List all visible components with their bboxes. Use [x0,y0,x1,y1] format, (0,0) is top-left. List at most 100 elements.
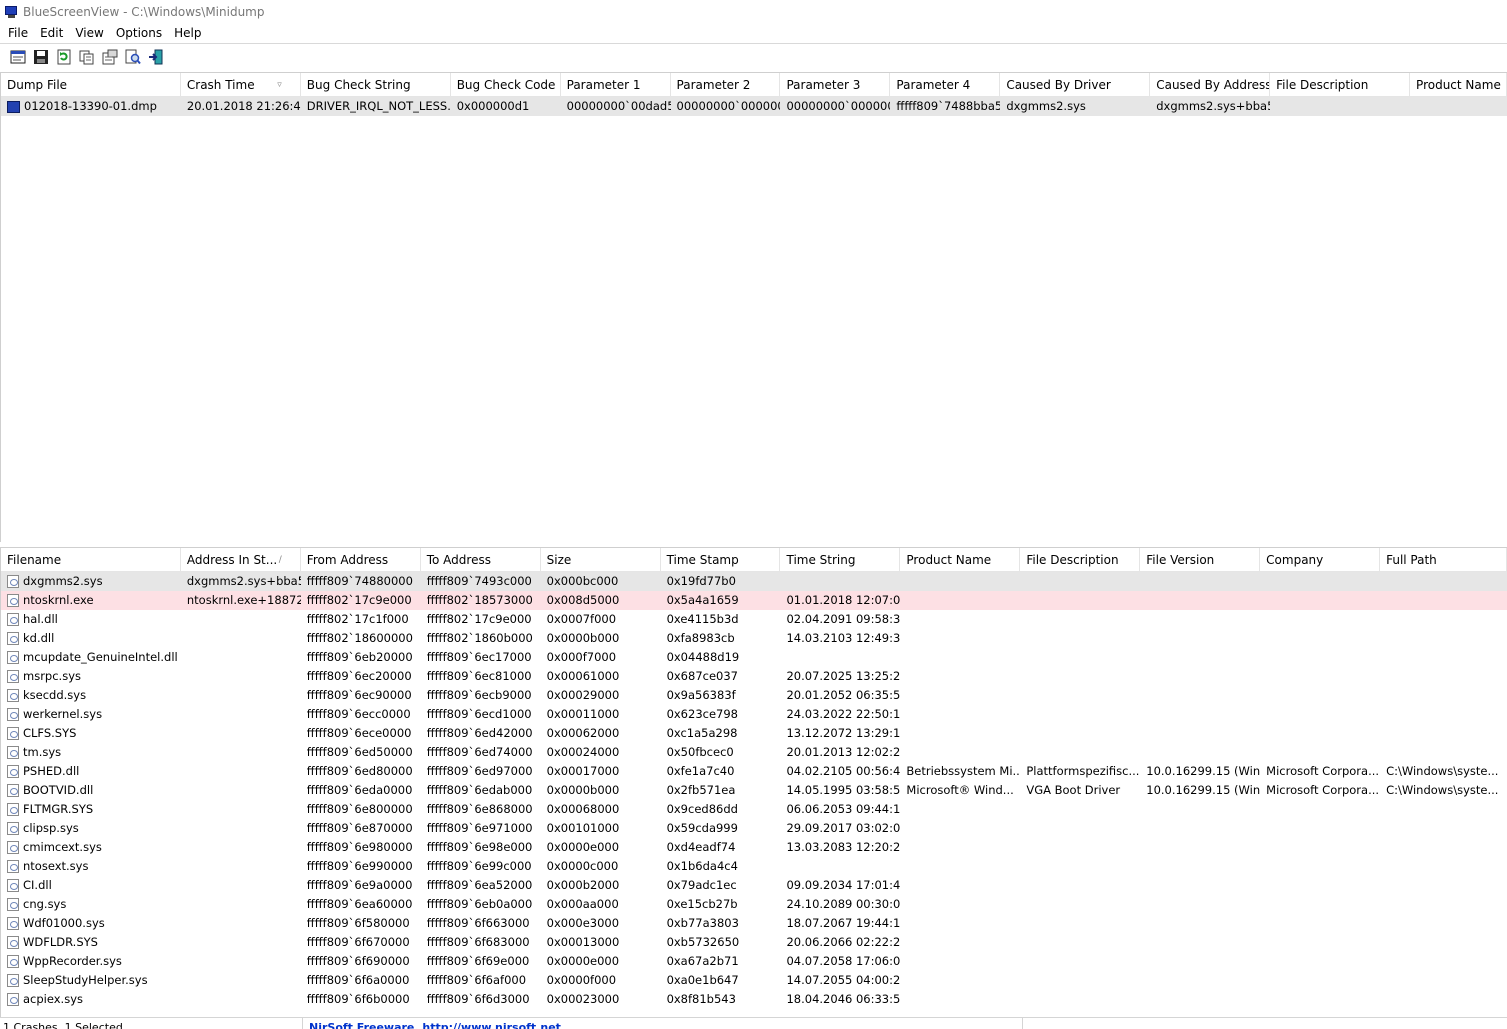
table-cell: fffff802`17c9e000 [301,591,421,610]
upper-column-parameter-1[interactable]: Parameter 1 [561,73,671,97]
table-cell [181,952,301,971]
upper-column-caused-by-address[interactable]: Caused By Address [1150,73,1271,97]
properties-icon[interactable] [100,48,119,67]
menu-file[interactable]: File [2,26,34,40]
table-cell [1140,648,1260,667]
upper-column-file-description[interactable]: File Description [1270,73,1411,97]
table-row[interactable]: dxgmms2.sys dxgmms2.sys+bba5 fffff809`7488… [1,572,1507,591]
table-row[interactable]: Wdf01000.sys fffff809`6f580000 fffff809`6f… [1,914,1507,933]
table-row[interactable]: CI.dll fffff809`6e9a0000 fffff809`6ea52000… [1,876,1507,895]
table-cell: 0x000bc000 [541,572,661,591]
lower-column-size[interactable]: Size [541,548,661,572]
table-cell: 02.04.2091 09:58:37 [780,610,900,629]
table-cell: 0x623ce798 [661,705,781,724]
lower-column-address-in-st[interactable]: Address In St... ∕ [181,548,301,572]
table-row[interactable]: ntosext.sys fffff809`6e990000 fffff809`6e9… [1,857,1507,876]
cell-text: Plattformspezifisc... [1026,764,1140,778]
lower-column-time-stamp[interactable]: Time Stamp [661,548,781,572]
table-row[interactable]: BOOTVID.dll fffff809`6eda0000 fffff809`6ed… [1,781,1507,800]
menu-edit[interactable]: Edit [34,26,69,40]
cell-text: 20.01.2018 21:26:41 [186,99,301,113]
lower-column-file-version[interactable]: File Version [1140,548,1261,572]
table-row[interactable]: msrpc.sys fffff809`6ec20000 fffff809`6ec81… [1,667,1507,686]
cell-text: 0x0007f000 [546,612,617,626]
lower-column-product-name[interactable]: Product Name [900,548,1021,572]
upper-column-bug-check-code[interactable]: Bug Check Code [451,73,561,97]
module-file-icon [7,727,19,740]
cell-text: 0x00024000 [546,745,620,759]
module-file-icon [7,594,19,607]
menu-options[interactable]: Options [110,26,168,40]
column-label: Caused By Driver [1006,78,1111,92]
table-cell: fffff802`17c1f000 [301,610,421,629]
table-cell [1260,819,1380,838]
table-row[interactable]: hal.dll fffff802`17c1f000 fffff802`17c9e00… [1,610,1507,629]
lower-column-filename[interactable]: Filename [1,548,181,572]
menu-view[interactable]: View [69,26,109,40]
table-row[interactable]: mcupdate_GenuineIntel.dll fffff809`6eb200… [1,648,1507,667]
find-icon[interactable] [123,48,142,67]
cell-text: Microsoft® Wind... [906,783,1014,797]
cell-text: fffff809`6ec81000 [426,669,532,683]
lower-column-from-address[interactable]: From Address [301,548,421,572]
table-row[interactable]: werkernel.sys fffff809`6ecc0000 fffff809`6… [1,705,1507,724]
table-row[interactable]: acpiex.sys fffff809`6f6b0000 fffff809`6f6d… [1,990,1507,1009]
table-row[interactable]: CLFS.SYS fffff809`6ece0000 fffff809`6ed420… [1,724,1507,743]
cell-text: 0x000bc000 [546,574,619,588]
table-row[interactable]: ksecdd.sys fffff809`6ec90000 fffff809`6ecb… [1,686,1507,705]
cell-text: hal.dll [23,612,58,626]
save-icon[interactable] [31,48,50,67]
upper-column-product-name[interactable]: Product Name [1410,73,1507,97]
cell-text: fffff809`6f6af000 [426,973,527,987]
lower-column-company[interactable]: Company [1260,548,1381,572]
cell-text: 13.12.2072 13:29:12 [786,726,901,740]
upper-column-crash-time[interactable]: Crash Time ▿ [181,73,301,97]
table-cell: VGA Boot Driver [1020,781,1140,800]
table-row[interactable]: cmimcext.sys fffff809`6e980000 fffff809`6e… [1,838,1507,857]
table-row[interactable]: FLTMGR.SYS fffff809`6e800000 fffff809`6e86… [1,800,1507,819]
cell-text: WppRecorder.sys [23,954,122,968]
table-cell [1380,743,1507,762]
table-cell: 0x000e3000 [541,914,661,933]
copy-icon[interactable] [77,48,96,67]
lower-column-full-path[interactable]: Full Path [1380,548,1507,572]
cell-text: 0x0000b000 [546,783,620,797]
table-row[interactable]: 012018-13390-01.dmp 20.01.2018 21:26:41 DR… [1,97,1507,116]
table-row[interactable]: SleepStudyHelper.sys fffff809`6f6a0000 fff… [1,971,1507,990]
table-row[interactable]: WppRecorder.sys fffff809`6f690000 fffff809… [1,952,1507,971]
table-row[interactable]: clipsp.sys fffff809`6e870000 fffff809`6e97… [1,819,1507,838]
lower-column-to-address[interactable]: To Address [421,548,541,572]
table-row[interactable]: kd.dll fffff802`18600000 fffff802`1860b000… [1,629,1507,648]
cell-text: fffff802`17c9e000 [306,593,412,607]
table-cell: 0x0000e000 [541,952,661,971]
nirsoft-link[interactable]: NirSoft Freeware. http://www.nirsoft.net [302,1018,561,1029]
table-row[interactable]: cng.sys fffff809`6ea60000 fffff809`6eb0a00… [1,895,1507,914]
refresh-icon[interactable] [54,48,73,67]
properties-window-icon[interactable] [8,48,27,67]
lower-column-file-description[interactable]: File Description [1020,548,1141,572]
table-cell [900,990,1020,1009]
table-cell: 0x000aa000 [541,895,661,914]
upper-column-parameter-3[interactable]: Parameter 3 [780,73,891,97]
upper-column-parameter-4[interactable]: Parameter 4 [890,73,1001,97]
upper-column-bug-check-string[interactable]: Bug Check String [301,73,451,97]
upper-column-parameter-2[interactable]: Parameter 2 [671,73,781,97]
table-cell [1380,990,1507,1009]
upper-column-caused-by-driver[interactable]: Caused By Driver [1000,73,1151,97]
table-row[interactable]: PSHED.dll fffff809`6ed80000 fffff809`6ed97… [1,762,1507,781]
table-cell: 20.06.2066 02:22:24 [780,933,900,952]
cell-text: fffff809`6e98e000 [426,840,533,854]
cell-text: werkernel.sys [23,707,103,721]
table-row[interactable]: tm.sys fffff809`6ed50000 fffff809`6ed74000… [1,743,1507,762]
table-cell [181,667,301,686]
table-cell: 0x00062000 [541,724,661,743]
menu-help[interactable]: Help [168,26,207,40]
table-row[interactable]: ntoskrnl.exe ntoskrnl.exe+188729 fffff802`… [1,591,1507,610]
upper-column-dump-file[interactable]: Dump File [1,73,181,97]
table-cell: 01.01.2018 12:07:05 [780,591,900,610]
table-row[interactable]: WDFLDR.SYS fffff809`6f670000 fffff809`6f68… [1,933,1507,952]
exit-icon[interactable] [146,48,165,67]
driver-list-header: Filename Address In St... ∕ From Address To … [1,548,1507,572]
lower-column-time-string[interactable]: Time String [780,548,901,572]
column-label: Dump File [7,78,68,92]
